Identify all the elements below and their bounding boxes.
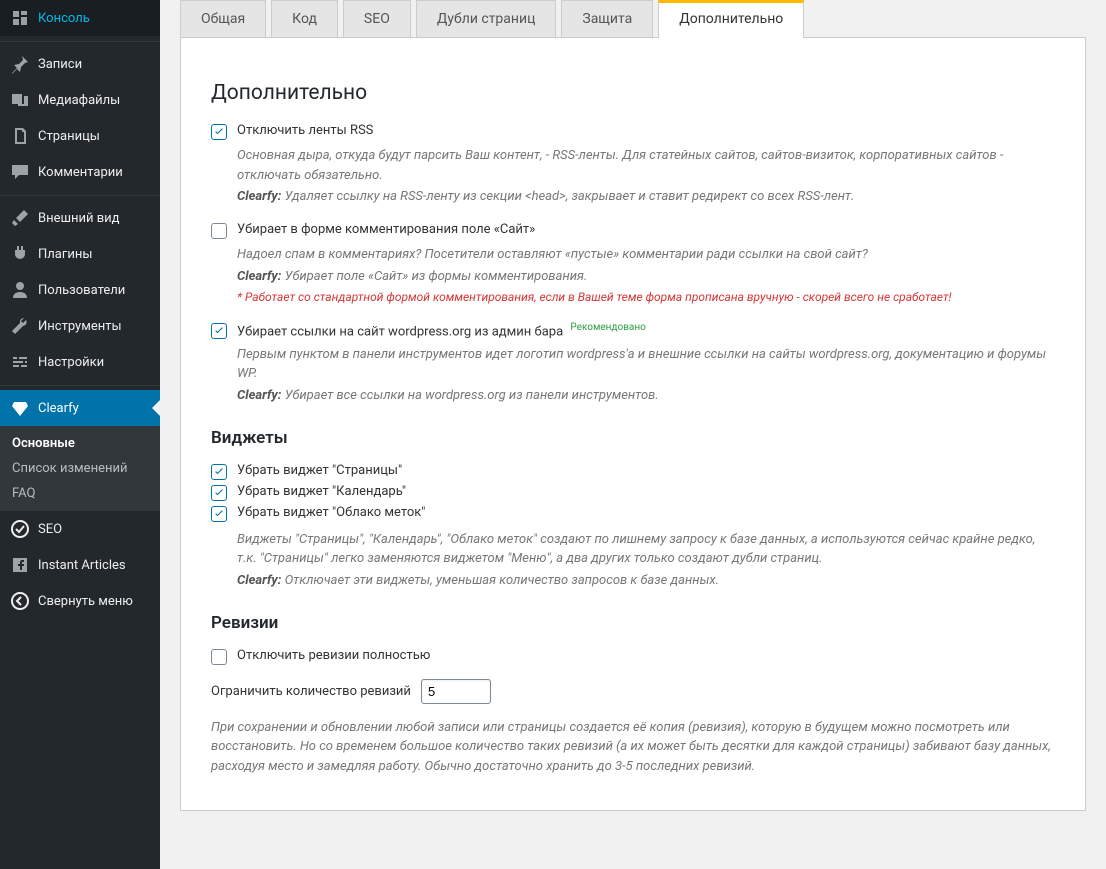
widgets-description: Виджеты "Страницы", "Календарь", "Облако… bbox=[237, 530, 1055, 569]
sidebar-item-label: Внешний вид bbox=[38, 211, 120, 226]
sidebar-item-users[interactable]: Пользователи bbox=[0, 272, 160, 308]
sidebar-item-posts[interactable]: Записи bbox=[0, 46, 160, 82]
widgets-clearfy-note: Clearfy: Отключает эти виджеты, уменьшая… bbox=[237, 573, 1055, 588]
sidebar-item-label: Медиафайлы bbox=[38, 93, 120, 108]
option-description: Первым пунктом в панели инструментов иде… bbox=[237, 345, 1055, 384]
sidebar-item-label: SEO bbox=[38, 522, 62, 537]
checkbox-widget-pages[interactable] bbox=[211, 464, 227, 480]
tab-additional[interactable]: Дополнительно bbox=[658, 0, 804, 38]
revision-limit-row: Ограничить количество ревизий bbox=[211, 679, 1055, 704]
sidebar-item-plugins[interactable]: Плагины bbox=[0, 236, 160, 272]
collapse-icon bbox=[10, 591, 30, 611]
sidebar-item-appearance[interactable]: Внешний вид bbox=[0, 200, 160, 236]
section-title-additional: Дополнительно bbox=[211, 81, 1055, 105]
sidebar-item-collapse[interactable]: Свернуть меню bbox=[0, 583, 160, 619]
seo-icon bbox=[10, 519, 30, 539]
plug-icon bbox=[10, 244, 30, 264]
option-label: Убрать виджет "Облако меток" bbox=[237, 505, 425, 520]
option-label: Убирает ссылки на сайт wordpress.org из … bbox=[237, 322, 646, 339]
option-label: Убрать виджет "Страницы" bbox=[237, 463, 402, 478]
sidebar-item-tools[interactable]: Инструменты bbox=[0, 308, 160, 344]
comments-icon bbox=[10, 162, 30, 182]
option-clearfy-note: Clearfy: Убирает поле «Сайт» из формы ко… bbox=[237, 269, 1055, 284]
option-description: Основная дыра, откуда будут парсить Ваш … bbox=[237, 146, 1055, 185]
sidebar-item-seo[interactable]: SEO bbox=[0, 511, 160, 547]
revision-limit-input[interactable] bbox=[421, 679, 491, 704]
sidebar-item-pages[interactable]: Страницы bbox=[0, 118, 160, 154]
sidebar-item-label: Clearfy bbox=[38, 401, 79, 416]
sidebar-item-label: Свернуть меню bbox=[38, 594, 133, 609]
checkbox-widget-tagcloud[interactable] bbox=[211, 506, 227, 522]
sidebar-item-label: Пользователи bbox=[38, 283, 125, 298]
tab-seo[interactable]: SEO bbox=[343, 0, 411, 37]
main-content: Общая Код SEO Дубли страниц Защита Допол… bbox=[160, 0, 1106, 869]
option-remove-wp-links: Убирает ссылки на сайт wordpress.org из … bbox=[211, 322, 1055, 403]
sidebar-item-label: Комментарии bbox=[38, 165, 123, 180]
option-description: Надоел спам в комментариях? Посетители о… bbox=[237, 245, 1055, 265]
tab-duplicates[interactable]: Дубли страниц bbox=[416, 0, 557, 37]
sidebar-item-console[interactable]: Консоль bbox=[0, 0, 160, 36]
sidebar-item-label: Инструменты bbox=[38, 319, 122, 334]
sidebar-submenu: Основные Список изменений FAQ bbox=[0, 426, 160, 511]
option-label: Отключить ленты RSS bbox=[237, 123, 373, 138]
option-label: Отключить ревизии полностью bbox=[237, 648, 430, 663]
tab-bar: Общая Код SEO Дубли страниц Защита Допол… bbox=[180, 0, 1086, 38]
sidebar-item-instant-articles[interactable]: Instant Articles bbox=[0, 547, 160, 583]
checkbox-remove-wp-links[interactable] bbox=[211, 323, 227, 339]
sidebar-item-label: Консоль bbox=[38, 11, 90, 26]
pages-icon bbox=[10, 126, 30, 146]
sidebar-item-label: Страницы bbox=[38, 129, 100, 144]
user-icon bbox=[10, 280, 30, 300]
checkbox-disable-revisions[interactable] bbox=[211, 649, 227, 665]
dashboard-icon bbox=[10, 8, 30, 28]
option-clearfy-note: Clearfy: Удаляет ссылку на RSS-ленту из … bbox=[237, 189, 1055, 204]
diamond-icon bbox=[10, 398, 30, 418]
revision-limit-label: Ограничить количество ревизий bbox=[211, 684, 411, 699]
checkbox-widget-calendar[interactable] bbox=[211, 485, 227, 501]
option-clearfy-note: Clearfy: Убирает все ссылки на wordpress… bbox=[237, 388, 1055, 403]
option-warning: * Работает со стандартной формой коммент… bbox=[237, 290, 1055, 304]
section-title-revisions: Ревизии bbox=[211, 613, 1055, 633]
sidebar-sub-main[interactable]: Основные bbox=[0, 431, 160, 456]
tab-general[interactable]: Общая bbox=[180, 0, 266, 37]
option-label: Убрать виджет "Календарь" bbox=[237, 484, 406, 499]
sidebar-item-comments[interactable]: Комментарии bbox=[0, 154, 160, 190]
sidebar-sub-changelog[interactable]: Список изменений bbox=[0, 456, 160, 481]
facebook-icon bbox=[10, 555, 30, 575]
sidebar-item-settings[interactable]: Настройки bbox=[0, 344, 160, 380]
recommended-badge: Рекомендовано bbox=[570, 322, 645, 333]
settings-panel: Дополнительно Отключить ленты RSS Основн… bbox=[180, 38, 1086, 811]
wrench-icon bbox=[10, 316, 30, 336]
option-disable-rss: Отключить ленты RSS Основная дыра, откуд… bbox=[211, 123, 1055, 204]
option-label: Убирает в форме комментирования поле «Са… bbox=[237, 222, 535, 237]
checkbox-disable-rss[interactable] bbox=[211, 124, 227, 140]
sliders-icon bbox=[10, 352, 30, 372]
sidebar-item-label: Instant Articles bbox=[38, 558, 126, 573]
tab-code[interactable]: Код bbox=[271, 0, 338, 37]
option-remove-site-field: Убирает в форме комментирования поле «Са… bbox=[211, 222, 1055, 304]
checkbox-remove-site-field[interactable] bbox=[211, 223, 227, 239]
sidebar-item-media[interactable]: Медиафайлы bbox=[0, 82, 160, 118]
sidebar-item-label: Плагины bbox=[38, 247, 92, 262]
media-icon bbox=[10, 90, 30, 110]
tab-security[interactable]: Защита bbox=[561, 0, 653, 37]
revisions-description: При сохранении и обновлении любой записи… bbox=[211, 718, 1055, 777]
pin-icon bbox=[10, 54, 30, 74]
sidebar-item-label: Настройки bbox=[38, 355, 104, 370]
sidebar-item-label: Записи bbox=[38, 57, 82, 72]
brush-icon bbox=[10, 208, 30, 228]
sidebar-sub-faq[interactable]: FAQ bbox=[0, 481, 160, 506]
sidebar-item-clearfy[interactable]: Clearfy bbox=[0, 390, 160, 426]
admin-sidebar: Консоль Записи Медиафайлы Страницы Комме… bbox=[0, 0, 160, 869]
section-title-widgets: Виджеты bbox=[211, 428, 1055, 448]
